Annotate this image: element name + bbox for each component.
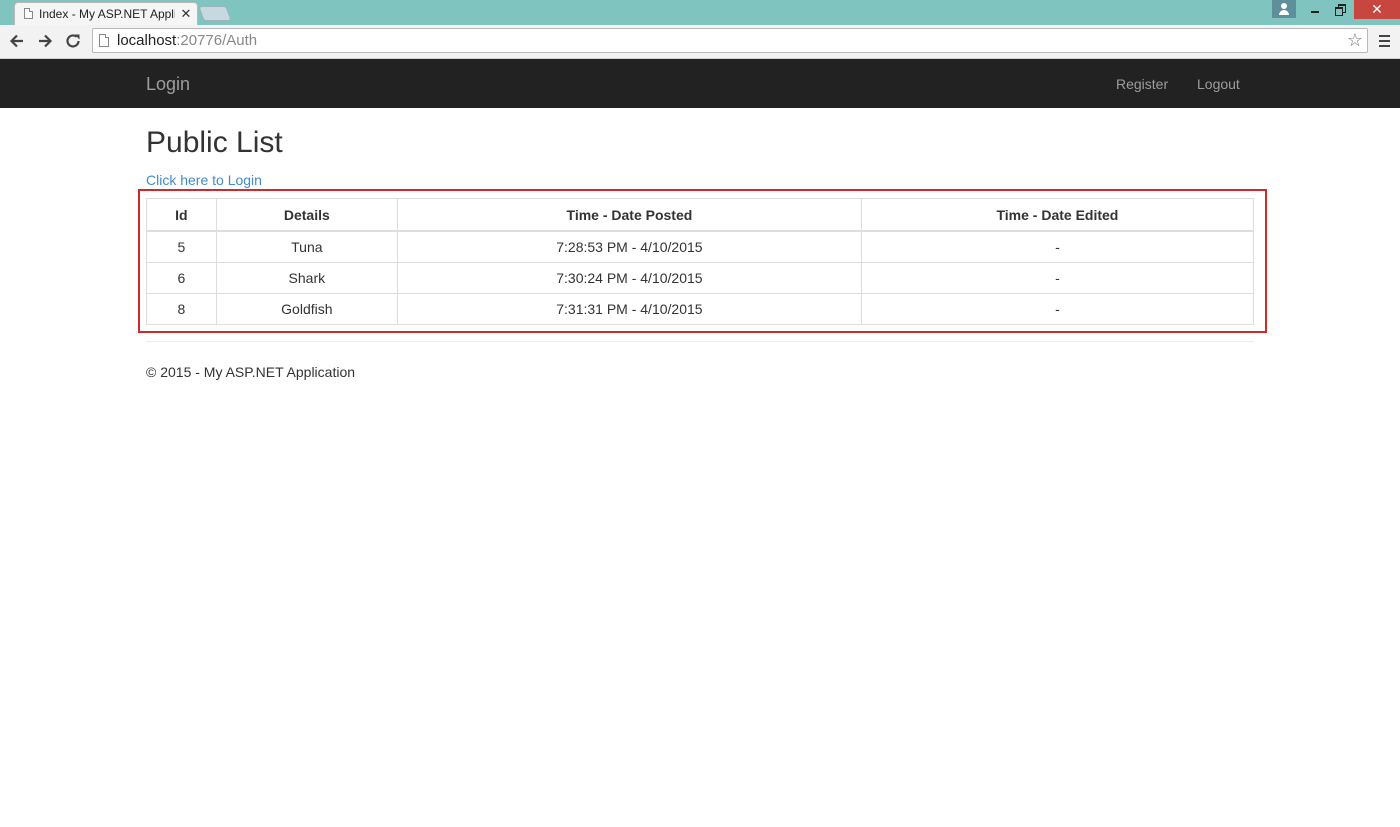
footer-divider xyxy=(146,341,1254,342)
table-row: 5 Tuna 7:28:53 PM - 4/10/2015 - xyxy=(146,230,1255,263)
cell-date-edited: - xyxy=(860,262,1255,294)
minimize-icon[interactable] xyxy=(1304,0,1326,18)
cell-date-posted: 7:28:53 PM - 4/10/2015 xyxy=(396,230,862,263)
new-tab-button[interactable] xyxy=(198,6,232,21)
cell-details: Tuna xyxy=(215,230,398,263)
url-host: localhost xyxy=(117,32,177,49)
table-row: 8 Goldfish 7:31:31 PM - 4/10/2015 - xyxy=(146,293,1255,325)
window-close-icon[interactable]: ✕ xyxy=(1354,0,1400,19)
bookmark-star-icon[interactable]: ☆ xyxy=(1345,30,1365,50)
browser-toolbar: localhost:20776/Auth ☆ xyxy=(0,25,1400,59)
cell-id: 8 xyxy=(146,293,217,325)
table-header-row: Id Details Time - Date Posted Time - Dat… xyxy=(146,198,1255,232)
reload-icon[interactable] xyxy=(63,31,83,51)
page-title: Public List xyxy=(146,126,283,159)
tab-close-icon[interactable]: ✕ xyxy=(179,6,193,22)
header-date-posted: Time - Date Posted xyxy=(396,198,862,232)
cell-date-edited: - xyxy=(860,293,1255,325)
cell-date-edited: - xyxy=(860,230,1255,263)
cell-details: Goldfish xyxy=(215,293,398,325)
address-bar[interactable]: localhost:20776/Auth ☆ xyxy=(92,28,1368,53)
url-input[interactable]: localhost:20776/Auth xyxy=(117,31,1337,50)
footer-copyright: © 2015 - My ASP.NET Application xyxy=(146,364,356,380)
cell-date-posted: 7:31:31 PM - 4/10/2015 xyxy=(396,293,862,325)
page-icon xyxy=(24,8,33,19)
cell-details: Shark xyxy=(215,262,398,294)
browser-tab[interactable]: Index - My ASP.NET Appli ✕ xyxy=(14,2,198,25)
cell-id: 6 xyxy=(146,262,217,294)
brand-link[interactable]: Login xyxy=(146,73,190,95)
browser-tabstrip: Index - My ASP.NET Appli ✕ ✕ xyxy=(0,0,1400,25)
restore-icon[interactable] xyxy=(1328,0,1352,18)
user-profile-icon[interactable] xyxy=(1272,0,1296,18)
tab-title: Index - My ASP.NET Appli xyxy=(39,7,175,21)
header-details: Details xyxy=(215,198,398,232)
back-arrow-icon[interactable] xyxy=(7,31,27,51)
logout-link[interactable]: Logout xyxy=(1197,75,1240,93)
register-link[interactable]: Register xyxy=(1116,75,1168,93)
public-list-table: Id Details Time - Date Posted Time - Dat… xyxy=(146,198,1255,325)
header-id: Id xyxy=(146,198,217,232)
header-date-edited: Time - Date Edited xyxy=(860,198,1255,232)
table-row: 6 Shark 7:30:24 PM - 4/10/2015 - xyxy=(146,262,1255,294)
cell-date-posted: 7:30:24 PM - 4/10/2015 xyxy=(396,262,862,294)
login-link[interactable]: Click here to Login xyxy=(146,171,262,189)
forward-arrow-icon[interactable] xyxy=(35,31,55,51)
cell-id: 5 xyxy=(146,230,217,263)
menu-icon[interactable] xyxy=(1376,32,1392,50)
site-navbar: Login Register Logout xyxy=(0,59,1400,108)
url-path: :20776/Auth xyxy=(176,32,258,49)
page-icon xyxy=(99,34,109,47)
